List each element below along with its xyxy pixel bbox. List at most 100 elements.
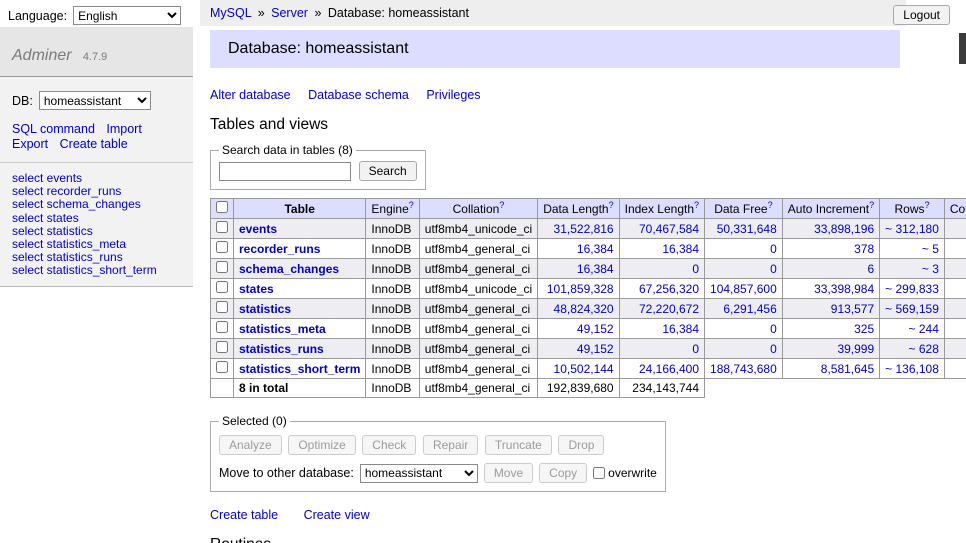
data-free-link[interactable]: 0 [770, 242, 777, 256]
comment-cell [944, 219, 966, 239]
create-view-link[interactable]: Create view [304, 508, 370, 522]
rows-count-link[interactable]: ~ 312,180 [885, 222, 939, 236]
table-name-link[interactable]: schema_changes [239, 262, 339, 276]
optimize-button[interactable]: Optimize [288, 435, 355, 455]
auto-increment-link[interactable]: 39,999 [837, 342, 874, 356]
auto-increment-link[interactable]: 33,898,196 [814, 222, 874, 236]
index-length-link[interactable]: 24,166,400 [639, 362, 699, 376]
search-input[interactable] [219, 162, 351, 181]
row-checkbox[interactable] [216, 341, 228, 353]
data-free-link[interactable]: 50,331,648 [717, 222, 777, 236]
auto-increment-link[interactable]: 8,581,645 [821, 362, 874, 376]
index-length-link[interactable]: 0 [692, 262, 699, 276]
table-name-link[interactable]: statistics [239, 302, 291, 316]
row-checkbox[interactable] [216, 321, 228, 333]
auto-increment-link[interactable]: 913,577 [831, 302, 874, 316]
create-table-link-sidebar[interactable]: Create table [60, 137, 128, 151]
data-free-link[interactable]: 0 [770, 342, 777, 356]
rows-count-link[interactable]: ~ 244 [909, 322, 939, 336]
engine-help-link[interactable]: ? [409, 200, 414, 210]
language-select[interactable]: English [73, 6, 181, 25]
table-name-link[interactable]: statistics_short_term [239, 362, 360, 376]
breadcrumb-server-link[interactable]: Server [271, 6, 308, 20]
rows-count-link[interactable]: ~ 569,159 [885, 302, 939, 316]
row-checkbox[interactable] [216, 301, 228, 313]
row-checkbox[interactable] [216, 221, 228, 233]
table-name-link[interactable]: recorder_runs [239, 242, 320, 256]
move-button[interactable]: Move [484, 463, 533, 483]
data-length-link[interactable]: 10,502,144 [554, 362, 614, 376]
rows-count-link[interactable]: ~ 136,108 [885, 362, 939, 376]
row-checkbox[interactable] [216, 361, 228, 373]
auto-increment-help-link[interactable]: ? [869, 200, 874, 210]
data-free-link[interactable]: 104,857,600 [710, 282, 777, 296]
drop-button[interactable]: Drop [558, 435, 604, 455]
auto-increment-link[interactable]: 6 [867, 262, 874, 276]
export-link[interactable]: Export [12, 137, 48, 151]
rows-count-link[interactable]: ~ 628 [909, 342, 939, 356]
rows-help-link[interactable]: ? [925, 200, 930, 210]
data-length-link[interactable]: 101,859,328 [547, 282, 614, 296]
table-name-link[interactable]: events [239, 222, 277, 236]
analyze-button[interactable]: Analyze [219, 435, 282, 455]
rows-count-link[interactable]: ~ 3 [922, 262, 939, 276]
move-database-select[interactable]: homeassistant [360, 464, 478, 483]
comment-cell [944, 259, 966, 279]
truncate-button[interactable]: Truncate [485, 435, 552, 455]
breadcrumb-mysql-link[interactable]: MySQL [210, 6, 251, 20]
import-link[interactable]: Import [106, 122, 141, 136]
auto-increment-link[interactable]: 325 [854, 322, 874, 336]
repair-button[interactable]: Repair [423, 435, 478, 455]
create-table-link[interactable]: Create table [210, 508, 278, 522]
index-length-link[interactable]: 72,220,672 [639, 302, 699, 316]
check-button[interactable]: Check [362, 435, 416, 455]
adminer-logo-link[interactable]: Adminer [12, 47, 72, 64]
data-length-link[interactable]: 49,152 [577, 322, 614, 336]
table-name-link[interactable]: statistics_meta [239, 322, 326, 336]
data-free-link[interactable]: 0 [770, 322, 777, 336]
row-checkbox[interactable] [216, 281, 228, 293]
row-checkbox[interactable] [216, 241, 228, 253]
sql-command-link[interactable]: SQL command [12, 122, 95, 136]
data-free-link[interactable]: 188,743,680 [710, 362, 777, 376]
table-row: recorder_runs InnoDB utf8mb4_general_ci … [211, 239, 966, 259]
search-button[interactable]: Search [359, 161, 417, 181]
copy-button[interactable]: Copy [539, 463, 587, 483]
data-free-help-link[interactable]: ? [768, 200, 773, 210]
sidebar-item-select-statistics-short-term[interactable]: select statistics_short_term [12, 264, 181, 277]
auto-increment-link[interactable]: 378 [854, 242, 874, 256]
db-section: DB: homeassistant SQL command Import Exp… [0, 77, 193, 163]
row-checkbox[interactable] [216, 261, 228, 273]
rows-count-link[interactable]: ~ 299,833 [885, 282, 939, 296]
index-length-link[interactable]: 67,256,320 [639, 282, 699, 296]
sidebar-item-select-schema-changes[interactable]: select schema_changes [12, 198, 181, 211]
table-name-link[interactable]: statistics_runs [239, 342, 324, 356]
index-length-link[interactable]: 0 [692, 342, 699, 356]
privileges-link[interactable]: Privileges [426, 88, 480, 102]
index-length-link[interactable]: 16,384 [662, 242, 699, 256]
select-all-checkbox[interactable] [216, 201, 228, 213]
index-length-link[interactable]: 70,467,584 [639, 222, 699, 236]
data-length-link[interactable]: 31,522,816 [554, 222, 614, 236]
table-name-link[interactable]: states [239, 282, 274, 296]
data-free-link[interactable]: 6,291,456 [723, 302, 776, 316]
data-length-link[interactable]: 16,384 [577, 262, 614, 276]
index-length-link[interactable]: 16,384 [662, 322, 699, 336]
sidebar-item-select-states[interactable]: select states [12, 212, 181, 225]
db-select[interactable]: homeassistant [39, 91, 151, 110]
logout-button[interactable]: Logout [893, 5, 950, 25]
collation-help-link[interactable]: ? [499, 200, 504, 210]
database-schema-link[interactable]: Database schema [308, 88, 409, 102]
data-length-link[interactable]: 49,152 [577, 342, 614, 356]
scrollbar-thumb[interactable] [959, 33, 966, 64]
data-length-link[interactable]: 16,384 [577, 242, 614, 256]
data-free-link[interactable]: 0 [770, 262, 777, 276]
rows-count-link[interactable]: ~ 5 [922, 242, 939, 256]
data-length-link[interactable]: 48,824,320 [554, 302, 614, 316]
auto-increment-link[interactable]: 33,398,984 [814, 282, 874, 296]
index-length-help-link[interactable]: ? [694, 200, 699, 210]
data-length-help-link[interactable]: ? [609, 200, 614, 210]
collation-cell: utf8mb4_unicode_ci [419, 279, 537, 299]
overwrite-checkbox[interactable] [593, 467, 605, 479]
alter-database-link[interactable]: Alter database [210, 88, 291, 102]
